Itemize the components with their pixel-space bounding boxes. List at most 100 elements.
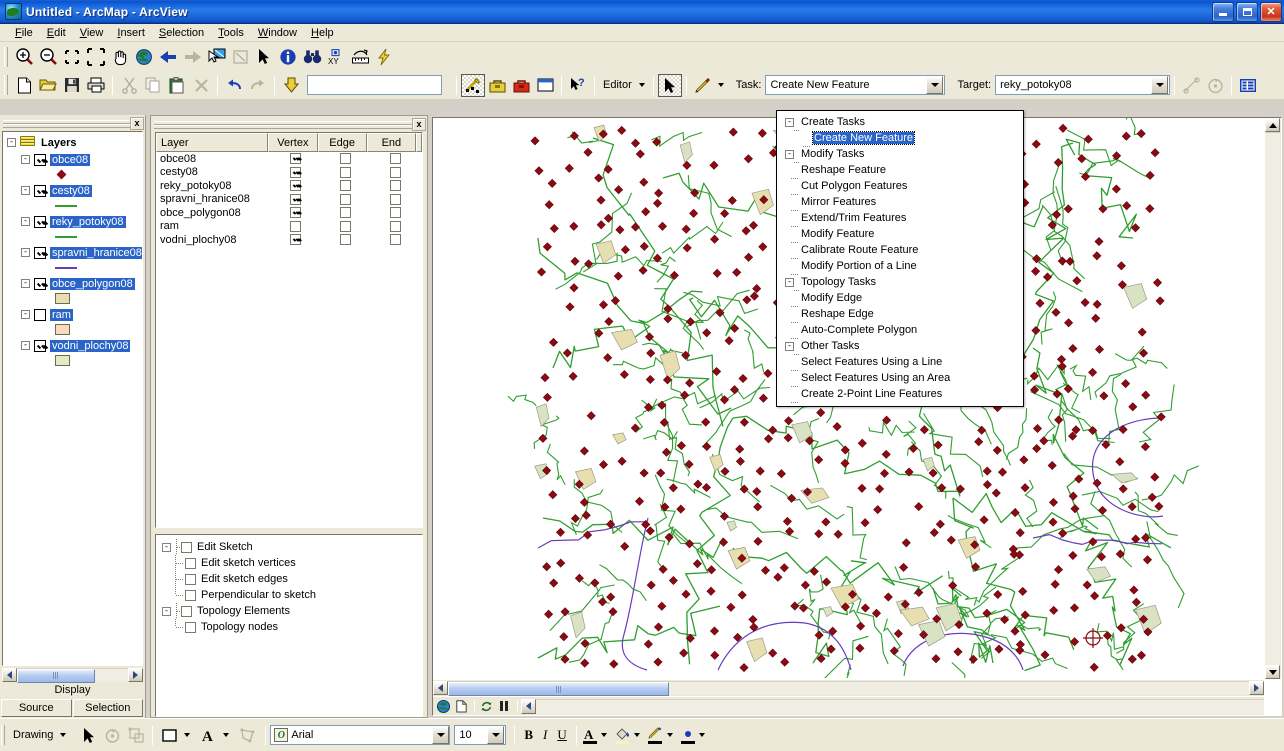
edit-pointer-icon[interactable]: [657, 73, 682, 97]
vertex-checkbox[interactable]: [289, 207, 301, 219]
toc-layer-tree[interactable]: - Layers - obce08 - cesty08 - reky_potoky08 - s…: [2, 131, 143, 666]
snapping-row[interactable]: obce_polygon08: [156, 206, 422, 220]
toolbar-grip-2[interactable]: [4, 75, 8, 95]
snapping-cell-edge[interactable]: [320, 180, 370, 192]
font-name-chevron-down-icon[interactable]: [432, 726, 450, 744]
toc-horizontal-scrollbar[interactable]: [2, 667, 143, 683]
snapping-close-icon[interactable]: x: [412, 117, 426, 131]
task-group-row[interactable]: - Create Tasks: [777, 114, 1023, 131]
toc-layer-expander[interactable]: -: [21, 217, 30, 226]
go-to-xy-icon[interactable]: XY: [324, 45, 348, 68]
task-item-row[interactable]: Modify Feature: [777, 226, 1023, 243]
toc-scroll-left-icon[interactable]: [2, 667, 17, 682]
fixed-zoom-in-icon[interactable]: [60, 45, 84, 68]
end-checkbox[interactable]: [389, 180, 401, 192]
task-group-expander[interactable]: -: [785, 277, 794, 287]
toc-tab-source[interactable]: Source: [1, 699, 72, 717]
refresh-icon[interactable]: [478, 699, 494, 714]
toc-layer-expander[interactable]: -: [21, 186, 30, 195]
snapping-row[interactable]: spravni_hranice08: [156, 193, 422, 207]
rotate-tool-icon[interactable]: [1203, 74, 1227, 97]
snapping-cell-edge[interactable]: [320, 153, 370, 165]
toc-layer-symbol-row[interactable]: [21, 198, 142, 213]
col-header-end[interactable]: End: [366, 133, 416, 152]
toc-layer-visibility-checkbox[interactable]: [34, 277, 46, 290]
toc-layer-symbol-row[interactable]: [21, 353, 142, 368]
edge-checkbox[interactable]: [339, 166, 351, 178]
font-color-button[interactable]: A: [582, 727, 607, 744]
split-tool-icon[interactable]: [1179, 74, 1203, 97]
end-checkbox[interactable]: [389, 220, 401, 232]
map-scroll-right-icon[interactable]: [1249, 681, 1264, 695]
toc-layer-symbol-row[interactable]: [21, 167, 142, 182]
measure-icon[interactable]: [348, 45, 372, 68]
menu-tools[interactable]: Tools: [211, 26, 251, 40]
task-item-label[interactable]: Modify Feature: [801, 228, 874, 240]
task-item-label[interactable]: Modify Portion of a Line: [801, 260, 917, 272]
snapping-option-row[interactable]: Topology nodes: [162, 619, 422, 635]
select-elements-icon[interactable]: [228, 45, 252, 68]
open-folder-icon[interactable]: [36, 74, 60, 97]
fill-color-chevron-down-icon[interactable]: [633, 733, 640, 737]
bold-button[interactable]: B: [519, 727, 538, 743]
toc-scroll-track[interactable]: [17, 667, 128, 683]
col-header-vertex[interactable]: Vertex: [268, 133, 318, 152]
toc-layer-item[interactable]: - reky_potoky08: [3, 214, 142, 244]
snapping-option-row[interactable]: Perpendicular to sketch: [162, 587, 422, 603]
map-vertical-scrollbar[interactable]: [1265, 118, 1281, 679]
snapping-option-checkbox[interactable]: [181, 605, 192, 617]
editor-menu-label[interactable]: Editor: [599, 79, 636, 91]
toc-layer-expander[interactable]: -: [21, 341, 30, 350]
task-group-row[interactable]: - Topology Tasks: [777, 274, 1023, 291]
snapping-grid[interactable]: Layer Vertex Edge End obce08 cesty08 reky_…: [155, 132, 423, 528]
snapping-cell-end[interactable]: [370, 207, 420, 219]
font-size-value[interactable]: 10: [455, 729, 487, 741]
task-item-label[interactable]: Reshape Edge: [801, 308, 874, 320]
toc-close-icon[interactable]: x: [130, 116, 144, 130]
vertex-checkbox[interactable]: [289, 193, 301, 205]
task-item-row[interactable]: Auto-Complete Polygon: [777, 322, 1023, 339]
snapping-title-handle[interactable]: x: [151, 116, 427, 132]
font-size-chevron-down-icon[interactable]: [487, 726, 505, 744]
drawbar-grip[interactable]: [1, 725, 5, 745]
pan-hand-icon[interactable]: [108, 45, 132, 68]
snapping-cell-vertex[interactable]: [270, 153, 320, 165]
toc-layer-expander[interactable]: -: [21, 155, 30, 164]
task-dropdown-list[interactable]: - Create Tasks Create New Feature - Modify T…: [776, 110, 1024, 407]
snapping-cell-end[interactable]: [370, 180, 420, 192]
snapping-cell-edge[interactable]: [320, 207, 370, 219]
pause-drawing-icon[interactable]: [496, 699, 512, 714]
toc-layer-item[interactable]: - ram: [3, 307, 142, 337]
edge-checkbox[interactable]: [339, 180, 351, 192]
drawing-menu-chevron-down-icon[interactable]: [60, 733, 67, 737]
line-color-chevron-down-icon[interactable]: [666, 733, 673, 737]
menu-help[interactable]: Help: [304, 26, 341, 40]
group-elements-icon[interactable]: [124, 724, 148, 747]
toc-scroll-right-icon[interactable]: [128, 667, 143, 682]
map-scroll-left-icon[interactable]: [433, 681, 448, 695]
task-item-row[interactable]: Calibrate Route Feature: [777, 242, 1023, 259]
identify-icon[interactable]: [276, 45, 300, 68]
underline-button[interactable]: U: [552, 727, 571, 743]
snapping-cell-end[interactable]: [370, 220, 420, 232]
close-button[interactable]: ✕: [1260, 1, 1282, 22]
snapping-row[interactable]: vodni_plochy08: [156, 233, 422, 247]
task-item-label[interactable]: Create 2-Point Line Features: [801, 388, 942, 400]
toc-layer-label[interactable]: spravni_hranice08: [50, 246, 142, 259]
task-item-row[interactable]: Modify Edge: [777, 290, 1023, 307]
rotate-element-icon[interactable]: [100, 724, 124, 747]
toc-layer-expander[interactable]: -: [21, 248, 30, 257]
snapping-cell-edge[interactable]: [320, 220, 370, 232]
toc-display-tab-label[interactable]: Display: [0, 682, 145, 699]
toc-layer-visibility-checkbox[interactable]: [34, 308, 46, 321]
font-size-combo[interactable]: 10: [454, 725, 507, 745]
map-bottom-track[interactable]: [536, 698, 1264, 714]
edge-checkbox[interactable]: [339, 193, 351, 205]
col-header-layer[interactable]: Layer: [156, 133, 269, 152]
task-item-label[interactable]: Reshape Feature: [801, 164, 886, 176]
menu-file[interactable]: FFileile: [8, 26, 40, 40]
task-item-label[interactable]: Select Features Using a Line: [801, 356, 942, 368]
edge-checkbox[interactable]: [339, 220, 351, 232]
map-scroll-up-icon[interactable]: [1265, 118, 1280, 132]
toc-layer-label[interactable]: vodni_plochy08: [50, 339, 131, 352]
